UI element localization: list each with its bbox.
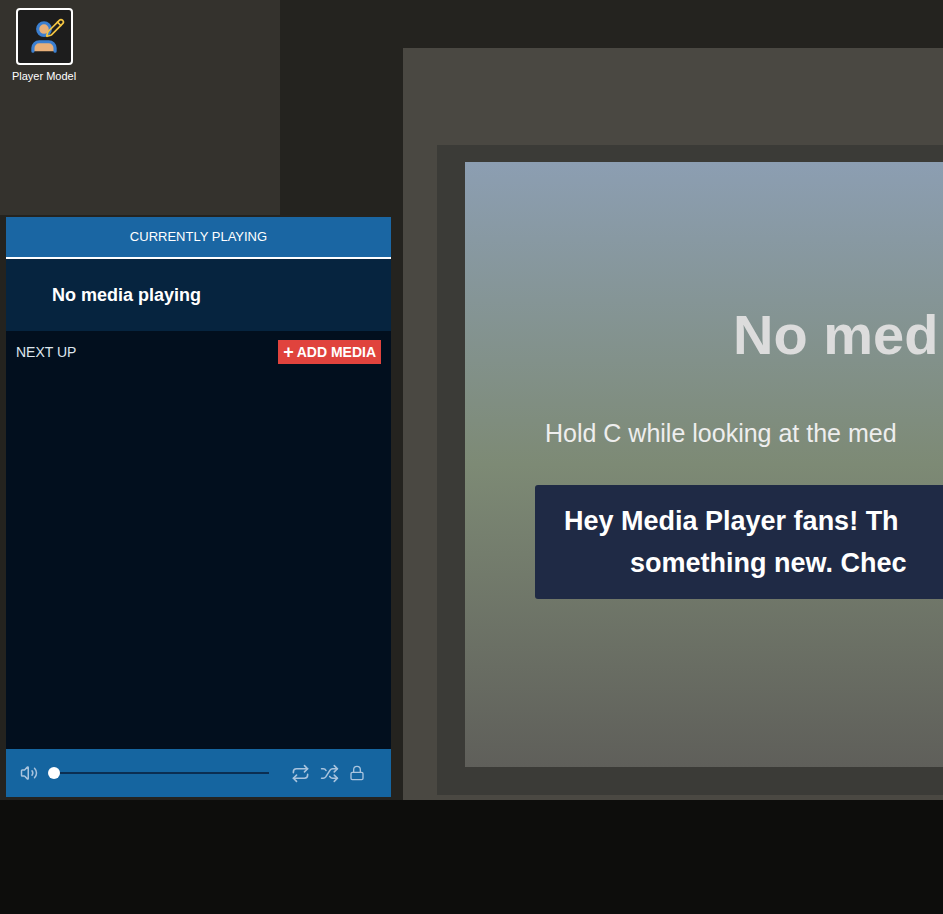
seek-slider[interactable]	[48, 772, 269, 774]
queue-title: NEXT UP	[16, 342, 76, 363]
tv-frame: No med Hold C while looking at the med Hey…	[437, 145, 943, 795]
player-model-icon[interactable]	[16, 8, 73, 65]
plus-icon: +	[283, 343, 294, 361]
player-model-desktop-icon[interactable]: Player Model	[6, 8, 82, 85]
game-view: Player Model No med Hold C while looking a…	[0, 0, 943, 914]
queue-section: NEXT UP +ADD MEDIA	[6, 331, 391, 749]
now-playing: No media playing	[6, 259, 391, 331]
notice-box: Hey Media Player fans! Th something new. …	[535, 485, 943, 600]
screen-title: No med	[733, 307, 938, 363]
volume-icon[interactable]	[20, 764, 38, 782]
repeat-icon[interactable]	[291, 764, 310, 783]
seek-knob[interactable]	[48, 767, 60, 779]
controls-bar	[6, 749, 391, 797]
notice-line: Hey Media Player fans! Th	[564, 505, 943, 537]
queue-header: NEXT UP +ADD MEDIA	[6, 331, 391, 364]
screen-hint: Hold C while looking at the med	[545, 415, 897, 453]
notice-line: something new. Chec	[630, 547, 943, 579]
scene-floor	[0, 800, 943, 914]
panel-header: CURRENTLY PLAYING	[6, 217, 391, 259]
shuffle-icon[interactable]	[320, 764, 339, 783]
media-panel: CURRENTLY PLAYINGNo media playingNEXT UP…	[6, 217, 391, 797]
desktop-icon-label: Player Model	[12, 68, 76, 85]
add-media-button[interactable]: +ADD MEDIA	[278, 340, 381, 364]
tv-screen: No med Hold C while looking at the med Hey…	[465, 162, 943, 767]
lock-icon[interactable]	[349, 765, 365, 781]
